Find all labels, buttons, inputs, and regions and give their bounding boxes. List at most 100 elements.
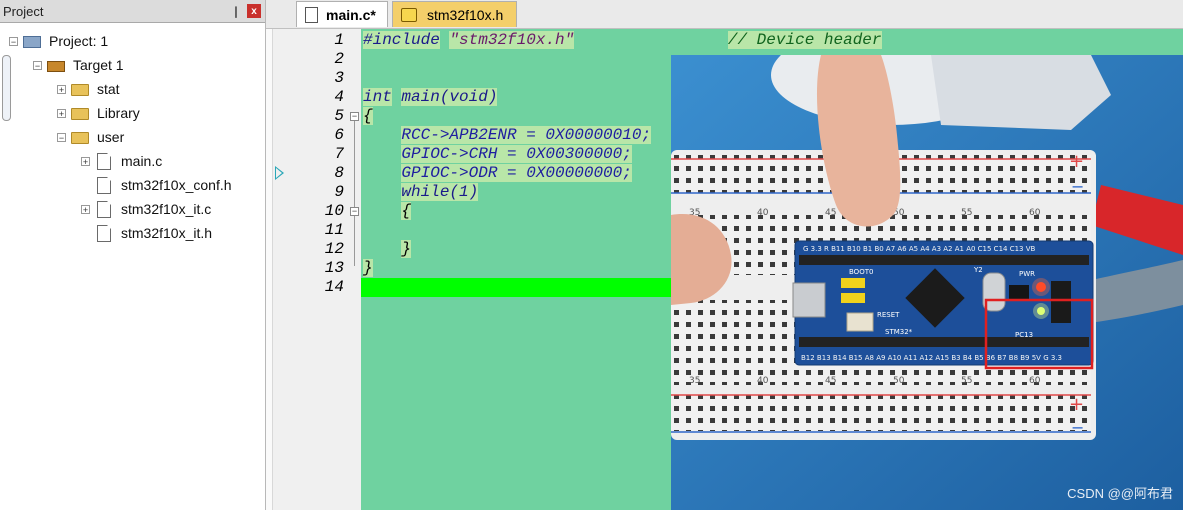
watermark: CSDN @@阿布君 — [1067, 486, 1173, 501]
folder-open-icon — [71, 132, 89, 144]
line-number: 13 — [324, 259, 344, 277]
code-line-13: } — [363, 259, 373, 278]
code-comment: // Device header — [727, 31, 882, 49]
svg-text:−: − — [1071, 177, 1084, 196]
tree-item-file-main[interactable]: + main.c — [81, 151, 162, 171]
column-number: 60 — [1029, 208, 1041, 218]
tree-label: main.c — [121, 153, 163, 169]
expand-icon[interactable]: + — [81, 156, 90, 166]
tree-item-file-conf[interactable]: stm32f10x_conf.h — [81, 175, 232, 195]
file-icon — [97, 176, 111, 194]
project-panel-title: Project — [3, 3, 44, 19]
code-token: } — [401, 240, 412, 258]
breadboard-photo: + − + − 35 40 45 50 55 60 35 40 45 50 55… — [671, 55, 1183, 510]
file-icon — [97, 224, 111, 242]
code-token: while(1) — [401, 183, 479, 201]
tree-item-group-user[interactable]: − user — [57, 127, 124, 147]
fold-toggle-icon[interactable]: − — [350, 207, 359, 216]
tree-label: Project: 1 — [49, 33, 109, 49]
board-name: STM32* — [885, 328, 913, 336]
code-token: int — [363, 88, 392, 106]
line-number: 9 — [334, 183, 344, 201]
line-number: 3 — [334, 69, 344, 87]
current-line-highlight — [361, 278, 671, 297]
tab-stm32f10x-h[interactable]: stm32f10x.h — [392, 1, 517, 27]
expand-icon[interactable]: + — [81, 204, 90, 214]
code-line-8: GPIOC->ODR = 0X00000000; — [363, 164, 632, 183]
y2-label: Y2 — [973, 266, 983, 274]
line-number: 4 — [334, 88, 344, 106]
column-number: 40 — [757, 208, 769, 218]
code-token: #include — [363, 31, 440, 49]
file-icon — [97, 152, 111, 170]
pin-icon[interactable]: ❘ — [229, 4, 243, 18]
code-line-9: while(1) — [363, 183, 479, 202]
expand-icon[interactable]: + — [57, 84, 66, 94]
column-number: 45 — [825, 208, 836, 218]
fold-toggle-icon[interactable]: − — [350, 112, 359, 121]
code-line-10: { — [363, 202, 412, 221]
tree-label: stm32f10x_it.c — [121, 201, 212, 217]
code-token: main(void) — [401, 88, 498, 106]
tree-item-file-it-c[interactable]: + stm32f10x_it.c — [81, 199, 211, 219]
target-icon — [47, 61, 65, 72]
line-number: 12 — [324, 240, 344, 258]
code-token: { — [401, 202, 412, 220]
collapse-icon[interactable]: − — [57, 132, 66, 142]
line-number: 2 — [334, 50, 344, 68]
project-panel-header: Project ❘ x — [0, 0, 265, 23]
code-token: GPIOC->ODR = 0X00000000; — [401, 164, 632, 182]
tree-label: Library — [97, 105, 140, 121]
svg-text:−: − — [1071, 418, 1084, 437]
code-line-5: { — [363, 107, 373, 126]
column-number: 50 — [893, 376, 905, 386]
line-number: 11 — [324, 221, 344, 239]
folder-icon — [71, 84, 89, 96]
tree-item-project[interactable]: − Project: 1 — [9, 31, 108, 51]
tree-item-group-library[interactable]: + Library — [57, 103, 140, 123]
line-number: 1 — [334, 31, 344, 49]
column-number: 40 — [757, 376, 769, 386]
tree-label: Target 1 — [73, 57, 124, 73]
column-number: 35 — [689, 376, 700, 386]
line-number: 8 — [334, 164, 344, 182]
document-icon — [305, 6, 318, 23]
code-line-12: } — [363, 240, 412, 259]
tree-item-file-it-h[interactable]: stm32f10x_it.h — [81, 223, 212, 243]
code-line-7: GPIOC->CRH = 0X00300000; — [363, 145, 632, 164]
breadboard-photo-illustration: + − + − 35 40 45 50 55 60 35 40 45 50 55… — [671, 55, 1183, 510]
close-icon[interactable]: x — [247, 4, 261, 18]
column-number: 55 — [961, 208, 972, 218]
column-number: 55 — [961, 376, 972, 386]
tree-label: stm32f10x_it.h — [121, 225, 213, 241]
code-token: GPIOC->CRH = 0X00300000; — [401, 145, 632, 163]
breakpoint-margin[interactable] — [266, 29, 273, 510]
pwr-label: PWR — [1019, 270, 1035, 278]
collapse-icon[interactable]: − — [33, 60, 42, 70]
line-number: 7 — [334, 145, 344, 163]
tab-label: main.c* — [326, 6, 376, 23]
line-number: 10 — [324, 202, 344, 220]
tab-main-c[interactable]: main.c* — [296, 1, 388, 27]
tree-scrollbar[interactable] — [2, 55, 11, 121]
svg-text:+: + — [1069, 151, 1084, 172]
line-number: 6 — [334, 126, 344, 144]
tab-label: stm32f10x.h — [427, 6, 504, 23]
editor-tab-bar: main.c* stm32f10x.h — [266, 0, 1183, 29]
tree-label: user — [97, 129, 125, 145]
tree-item-group-stat[interactable]: + stat — [57, 79, 120, 99]
code-token: } — [363, 259, 373, 277]
current-line-arrow-icon — [275, 166, 284, 180]
fold-guide — [354, 121, 355, 266]
line-number: 5 — [334, 107, 344, 125]
svg-text:+: + — [1069, 394, 1084, 415]
collapse-icon[interactable]: − — [9, 36, 18, 46]
tree-item-target[interactable]: − Target 1 — [33, 55, 124, 75]
header-file-icon — [401, 7, 417, 22]
expand-icon[interactable]: + — [57, 108, 66, 118]
code-token: { — [363, 107, 373, 125]
board-bottom-pin-labels: B12 B13 B14 B15 A8 A9 A10 A11 A12 A15 B3… — [801, 354, 1062, 362]
code-line-6: RCC->APB2ENR = 0X00000010; — [363, 126, 652, 145]
tree-label: stm32f10x_conf.h — [121, 177, 232, 193]
column-number: 45 — [825, 376, 836, 386]
